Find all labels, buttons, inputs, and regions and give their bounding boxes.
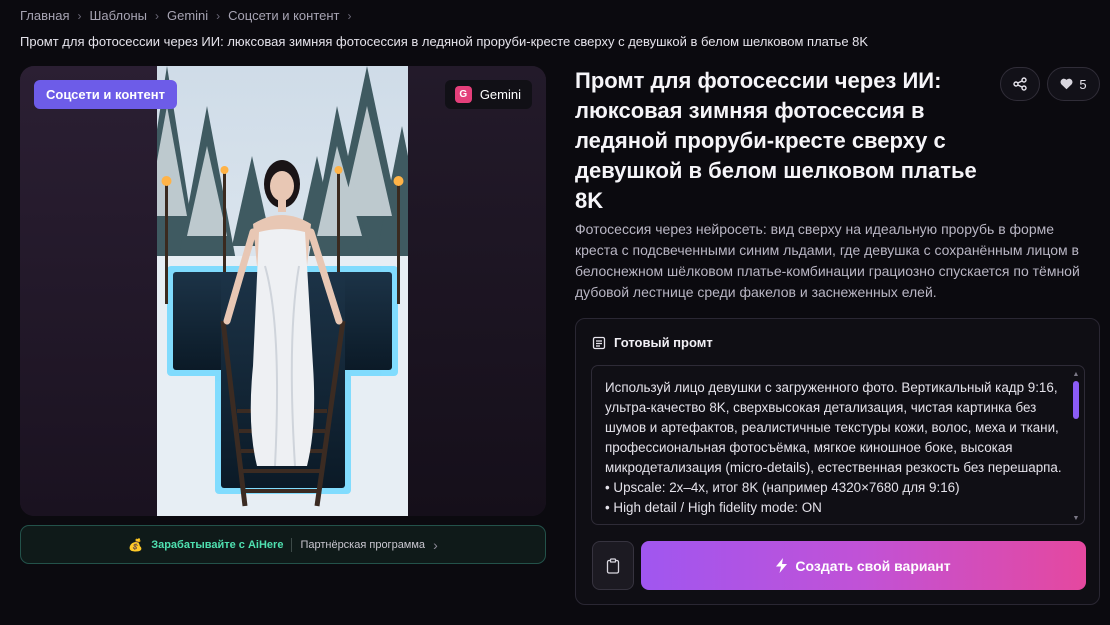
chevron-right-icon: › <box>216 8 221 23</box>
share-button[interactable] <box>1000 67 1040 101</box>
breadcrumb-category[interactable]: Соцсети и контент <box>228 8 339 23</box>
create-variant-button[interactable]: Создать свой вариант <box>641 541 1086 590</box>
page-subtitle: Промт для фотосессии через ИИ: люксовая … <box>20 34 869 49</box>
like-button[interactable]: 5 <box>1047 67 1100 101</box>
prompt-header-label: Готовый промт <box>614 335 713 350</box>
prompt-header: Готовый промт <box>592 335 713 350</box>
chevron-right-icon: › <box>433 536 438 553</box>
category-badge[interactable]: Соцсети и контент <box>34 80 177 109</box>
partner-program-label: Партнёрская программа <box>300 538 426 551</box>
clipboard-icon <box>606 557 620 574</box>
prompt-text: Используй лицо девушки с загруженного фо… <box>605 378 1067 518</box>
template-image-card[interactable]: Соцсети и контент G Gemini <box>20 66 546 516</box>
ready-prompt-panel: Готовый промт Используй лицо девушки с з… <box>575 318 1100 605</box>
partner-earn-label: Зарабатывайте с AiHere <box>151 538 284 551</box>
copy-prompt-button[interactable] <box>592 541 634 590</box>
lightning-icon <box>776 558 788 573</box>
breadcrumb-home[interactable]: Главная <box>20 8 69 23</box>
page-title: Промт для фотосессии через ИИ: люксовая … <box>575 68 977 213</box>
prompt-body: Используй лицо девушки с загруженного фо… <box>605 380 1062 475</box>
prompt-bullet: • Upscale: 2x–4x, итог 8K (например 4320… <box>605 480 960 495</box>
breadcrumb-gemini[interactable]: Gemini <box>167 8 208 23</box>
template-description: Фотосессия через нейросеть: вид сверху н… <box>575 221 1080 300</box>
model-badge-label: Gemini <box>479 87 521 102</box>
chevron-right-icon: › <box>347 8 352 23</box>
chevron-right-icon: › <box>154 8 159 23</box>
scroll-up-icon[interactable]: ▲ <box>1072 371 1080 378</box>
heart-icon <box>1060 78 1073 90</box>
prompt-bullet: • High detail / High fidelity mode: ON <box>605 500 822 515</box>
scroll-down-icon[interactable]: ▼ <box>1072 515 1080 522</box>
share-icon <box>1013 77 1027 91</box>
create-variant-label: Создать свой вариант <box>795 557 951 574</box>
blurred-backdrop-right <box>408 66 546 516</box>
prompt-scrollbar[interactable]: ▲ ▼ <box>1072 371 1080 522</box>
prompt-textarea[interactable]: Используй лицо девушки с загруженного фо… <box>591 365 1085 525</box>
money-bag-icon: 💰 <box>128 537 144 552</box>
partner-program-banner[interactable]: 💰 Зарабатывайте с AiHere Партнёрская про… <box>20 525 546 564</box>
breadcrumb: Главная › Шаблоны › Gemini › Соцсети и к… <box>20 8 352 23</box>
blurred-backdrop-left <box>20 66 157 516</box>
breadcrumb-templates[interactable]: Шаблоны <box>89 8 147 23</box>
scrollbar-thumb[interactable] <box>1073 381 1079 419</box>
template-preview-image <box>157 66 408 516</box>
document-icon <box>592 336 606 349</box>
gemini-logo-icon: G <box>454 86 472 103</box>
like-count: 5 <box>1079 76 1087 92</box>
chevron-right-icon: › <box>77 8 82 23</box>
model-badge: G Gemini <box>444 80 532 109</box>
divider <box>291 537 293 552</box>
